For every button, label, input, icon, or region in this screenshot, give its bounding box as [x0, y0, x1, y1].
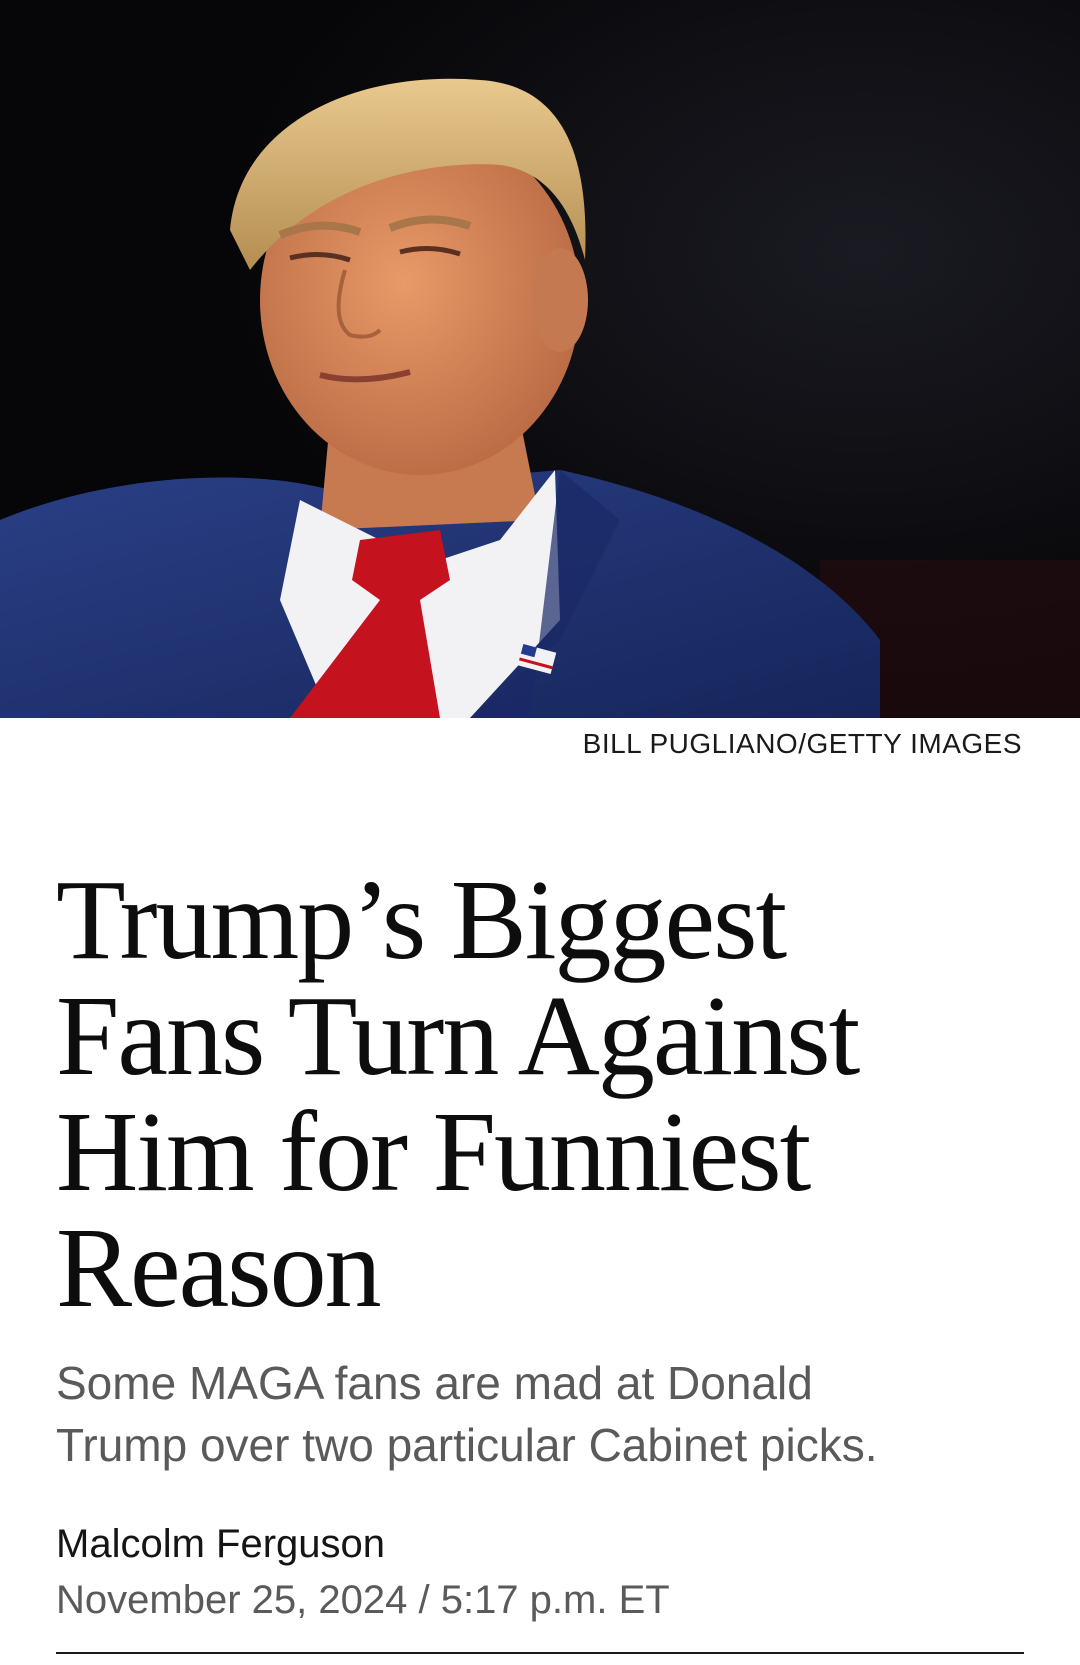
author-link[interactable]: Malcolm Ferguson [56, 1522, 385, 1567]
headline-line: Fans Turn Against [56, 972, 860, 1099]
article-dek: Some MAGA fans are mad at Donald Trump o… [56, 1352, 1026, 1476]
dek-line: Trump over two particular Cabinet picks. [56, 1419, 878, 1471]
publish-dateline: November 25, 2024 / 5:17 p.m. ET [56, 1578, 670, 1623]
publish-time: 5:17 p.m. ET [440, 1578, 670, 1622]
dek-line: Some MAGA fans are mad at Donald [56, 1357, 813, 1409]
divider [56, 1652, 1024, 1654]
headline-line: Trump’s Biggest [56, 856, 787, 983]
headline-line: Him for Funniest [56, 1088, 811, 1215]
hero-photo [0, 0, 1080, 718]
publish-date: November 25, 2024 [56, 1578, 408, 1622]
headline-line: Reason [56, 1204, 382, 1331]
photo-credit: BILL PUGLIANO/GETTY IMAGES [582, 728, 1022, 759]
date-separator: / [418, 1578, 430, 1622]
article-headline: Trump’s Biggest Fans Turn Against Him fo… [56, 862, 1036, 1326]
